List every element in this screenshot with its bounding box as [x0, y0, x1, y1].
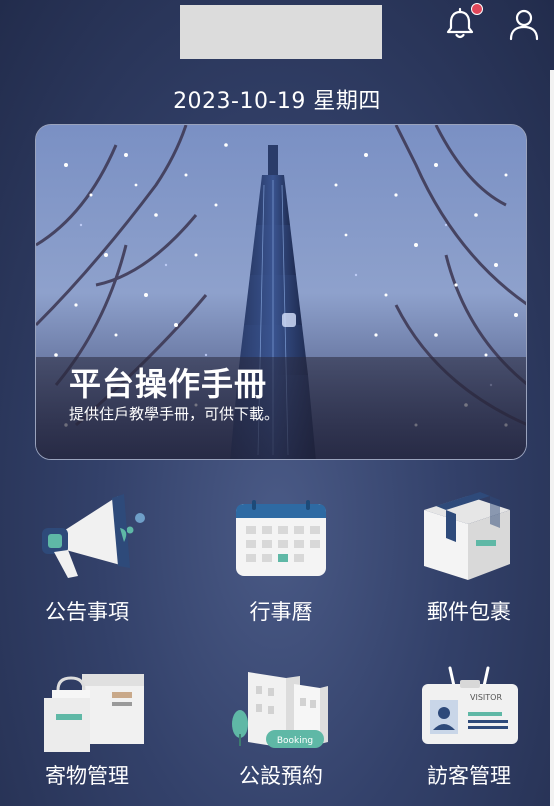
- calendar-icon: [236, 500, 326, 576]
- menu-label: 公告事項: [45, 600, 129, 624]
- package-icon: [424, 492, 510, 580]
- menu-item-mail-packages[interactable]: 郵件包裹: [384, 488, 554, 638]
- menu-label: 郵件包裹: [427, 600, 511, 624]
- menu-item-announcements[interactable]: 公告事項: [2, 488, 172, 638]
- menu-label: 訪客管理: [427, 764, 511, 788]
- banner-title: 平台操作手冊: [69, 365, 268, 403]
- menu-item-visitor[interactable]: VISITOR 訪客管理: [384, 664, 554, 806]
- banner-subtitle: 提供住戶教學手冊，可供下載。: [69, 405, 280, 423]
- menu-label: 寄物管理: [45, 764, 129, 788]
- menu-item-calendar[interactable]: 行事曆: [196, 488, 366, 638]
- storage-boxes-icon: [44, 674, 144, 752]
- notification-dot: [471, 3, 483, 15]
- booking-badge: Booking: [277, 736, 313, 746]
- user-icon[interactable]: [506, 6, 542, 42]
- manual-banner[interactable]: 平台操作手冊 提供住戶教學手冊，可供下載。: [35, 124, 527, 460]
- menu-label: 公設預約: [239, 764, 323, 788]
- visitor-badge-icon: VISITOR: [422, 666, 518, 744]
- visitor-badge-text: VISITOR: [470, 693, 502, 702]
- menu-item-facility-booking[interactable]: Booking 公設預約: [196, 664, 366, 806]
- logo-placeholder: [180, 5, 382, 59]
- megaphone-icon: [42, 494, 145, 578]
- current-date: 2023-10-19 星期四: [173, 89, 381, 114]
- menu-item-storage[interactable]: 寄物管理: [2, 664, 172, 806]
- menu-label: 行事曆: [249, 600, 313, 624]
- booking-building-icon: Booking: [232, 672, 328, 748]
